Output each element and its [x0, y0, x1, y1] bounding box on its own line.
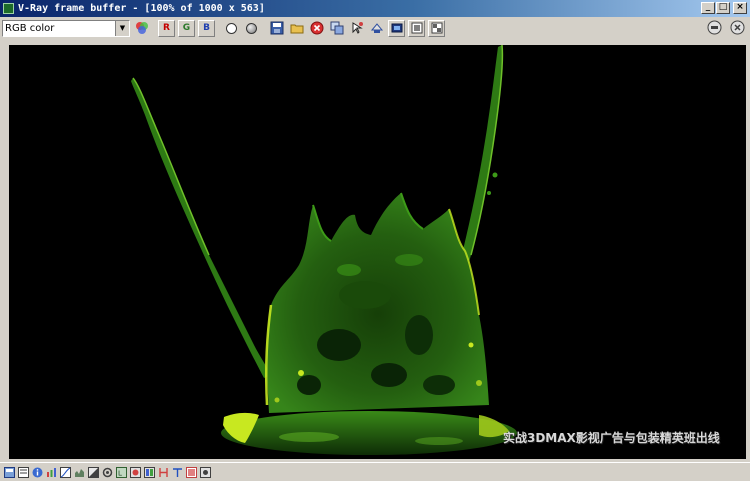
- chevron-down-icon[interactable]: ▼: [115, 20, 129, 36]
- watermark-text: 实战3DMAX影视广告与包装精英班出线: [503, 431, 720, 445]
- top-toolbar: RGB color ▼ R G B: [0, 17, 750, 39]
- color-swatch-icon[interactable]: [133, 20, 150, 37]
- compare-v-icon[interactable]: [172, 467, 183, 478]
- compare-h-icon[interactable]: [158, 467, 169, 478]
- open-icon[interactable]: [288, 20, 305, 37]
- save-icon[interactable]: [268, 20, 285, 37]
- duplicate-icon[interactable]: [328, 20, 345, 37]
- show-corrections-icon[interactable]: [408, 19, 425, 37]
- red-channel-button[interactable]: R: [158, 19, 175, 37]
- render-icon[interactable]: [706, 19, 723, 36]
- title-bar[interactable]: V-Ray frame buffer - [100% of 1000 x 563…: [0, 0, 750, 17]
- toolbar-right-group: [703, 19, 746, 36]
- rendered-liquid-splash: [131, 45, 517, 455]
- history-icon[interactable]: [4, 466, 15, 478]
- bottom-toolbar: L: [0, 462, 750, 481]
- lut-toggle-icon[interactable]: L: [116, 466, 127, 478]
- white-circle-icon[interactable]: [223, 20, 240, 37]
- app-icon: [3, 3, 14, 14]
- info-icon[interactable]: [18, 466, 29, 478]
- clear-icon[interactable]: [308, 20, 325, 37]
- curve-icon[interactable]: [60, 466, 71, 478]
- window-controls: _ □ ×: [701, 2, 747, 14]
- mono-circle-icon[interactable]: [243, 20, 260, 37]
- stop-icon[interactable]: [729, 19, 746, 36]
- settings-icon[interactable]: [102, 467, 113, 478]
- minimize-button[interactable]: _: [701, 2, 715, 14]
- lut-icon[interactable]: [428, 19, 445, 37]
- render-viewport[interactable]: 实战3DMAX影视广告与包装精英班出线: [9, 45, 746, 459]
- link-icon[interactable]: [388, 19, 405, 37]
- levels-icon[interactable]: [46, 467, 57, 478]
- info-circle-icon[interactable]: [32, 467, 43, 478]
- svg-text:L: L: [118, 469, 122, 477]
- exposure-icon[interactable]: [88, 466, 99, 478]
- channel-select[interactable]: RGB color ▼: [2, 19, 130, 37]
- vray-frame-buffer-window: V-Ray frame buffer - [100% of 1000 x 563…: [0, 0, 750, 480]
- stamp-icon[interactable]: [186, 466, 197, 478]
- track-mouse-icon[interactable]: [348, 20, 365, 37]
- histogram-icon[interactable]: [74, 467, 85, 478]
- channel-select-value: RGB color: [5, 22, 55, 34]
- srgb-icon[interactable]: [130, 466, 141, 478]
- blue-channel-button[interactable]: B: [198, 19, 215, 37]
- lens-icon[interactable]: [200, 466, 211, 478]
- region-render-icon[interactable]: [368, 20, 385, 37]
- window-title: V-Ray frame buffer - [100% of 1000 x 563…: [18, 3, 265, 14]
- close-button[interactable]: ×: [733, 2, 747, 14]
- maximize-button[interactable]: □: [716, 2, 730, 14]
- ocio-icon[interactable]: [144, 466, 155, 478]
- green-channel-button[interactable]: G: [178, 19, 195, 37]
